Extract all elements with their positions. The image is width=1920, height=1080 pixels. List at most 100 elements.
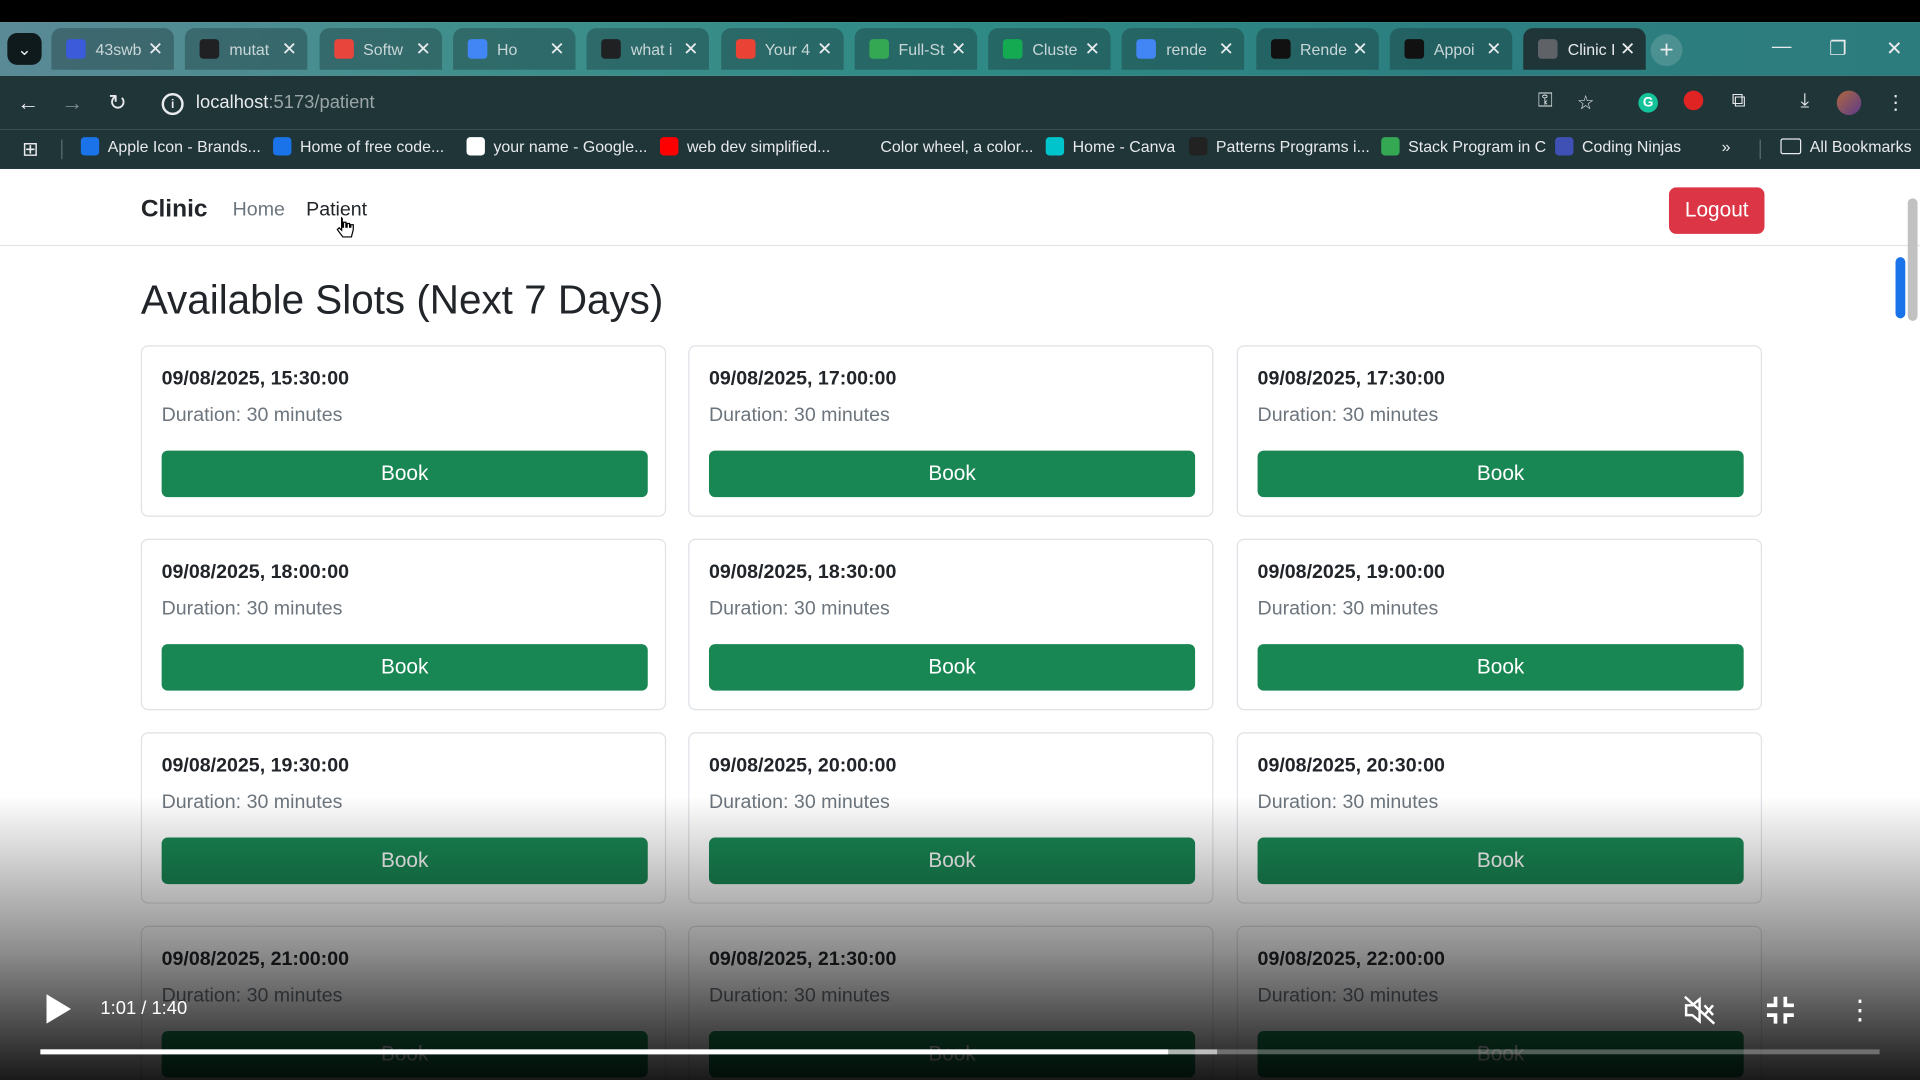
reload-button[interactable]: ↻ — [104, 91, 131, 117]
slot-datetime: 09/08/2025, 18:30:00 — [708, 562, 897, 583]
hand-cursor-icon — [336, 216, 354, 238]
tab-8[interactable]: rende ✕ — [1122, 28, 1245, 70]
download-icon[interactable]: ⤓ — [1793, 91, 1817, 115]
logout-button[interactable]: Logout — [1668, 187, 1765, 234]
bookmark-label: your name - Google... — [493, 137, 648, 156]
bookmark-item[interactable]: Stack Program in C — [1381, 137, 1546, 156]
bookmark-item[interactable]: Apple Icon - Brands... — [80, 137, 261, 156]
video-more-icon[interactable]: ⋮ — [1843, 994, 1877, 1026]
address-bar-row: ← → ↻ i localhost:5173/patient ⚿ ☆ G ⧉ ⤓… — [0, 75, 1920, 130]
video-progress-bar[interactable] — [40, 1049, 1880, 1055]
slot-card: 09/08/2025, 17:30:00 Duration: 30 minutes… — [1236, 345, 1763, 517]
book-button[interactable]: Book — [161, 450, 648, 498]
forward-button[interactable]: → — [59, 91, 86, 117]
close-tab-icon[interactable]: ✕ — [680, 38, 702, 60]
close-tab-icon[interactable]: ✕ — [948, 38, 970, 60]
close-tab-icon[interactable]: ✕ — [1349, 38, 1371, 60]
nav-home-link[interactable]: Home — [233, 200, 285, 222]
close-tab-icon[interactable]: ✕ — [1617, 38, 1639, 60]
book-button[interactable]: Book — [161, 644, 648, 691]
bookmark-item[interactable]: Patterns Programs i... — [1188, 137, 1370, 156]
scrollbar-thumb[interactable] — [1907, 198, 1918, 321]
all-bookmarks-button[interactable]: All Bookmarks — [1780, 137, 1912, 156]
book-button[interactable]: Book — [708, 450, 1196, 498]
back-button[interactable]: ← — [15, 91, 42, 117]
password-key-icon[interactable]: ⚿ — [1533, 91, 1557, 115]
bookmark-favicon-icon — [273, 137, 292, 156]
bookmark-item[interactable]: web dev simplified... — [660, 137, 830, 156]
tab-7[interactable]: Cluste ✕ — [988, 28, 1111, 70]
tab-5[interactable]: Your 4 ✕ — [720, 28, 844, 70]
tab-10[interactable]: Appoi ✕ — [1389, 28, 1513, 70]
tab-0[interactable]: 43swb ✕ — [51, 28, 174, 70]
app-navbar: Clinic Home Patient Logout — [0, 173, 1920, 247]
close-tab-icon[interactable]: ✕ — [1081, 38, 1103, 60]
chevron-down-icon: ⌄ — [17, 38, 32, 59]
bookmark-star-icon[interactable]: ☆ — [1573, 91, 1597, 115]
close-tab-icon[interactable]: ✕ — [1483, 38, 1505, 60]
menu-kebab-icon[interactable]: ⋮ — [1883, 91, 1907, 115]
extensions-puzzle-icon[interactable]: ⧉ — [1727, 91, 1751, 115]
bookmark-item[interactable]: Color wheel, a color... — [853, 137, 1033, 156]
tab-title: mutat — [229, 39, 270, 59]
tab-6[interactable]: Full-St ✕ — [854, 28, 977, 70]
close-tab-icon[interactable]: ✕ — [144, 38, 166, 60]
close-window-button[interactable]: ✕ — [1876, 37, 1913, 61]
slot-duration: Duration: 30 minutes — [161, 598, 343, 620]
site-info-icon[interactable]: i — [161, 93, 184, 116]
drive-icon — [869, 39, 889, 59]
close-tab-icon[interactable]: ✕ — [1215, 38, 1237, 60]
close-tab-icon[interactable]: ✕ — [814, 38, 836, 60]
slot-duration: Duration: 30 minutes — [708, 598, 890, 620]
record-extension-icon[interactable] — [1681, 90, 1705, 115]
slot-datetime: 09/08/2025, 15:30:00 — [161, 368, 349, 390]
bookmark-item[interactable]: Home of free code... — [273, 137, 445, 156]
slot-card: 09/08/2025, 17:00:00 Duration: 30 minutes… — [688, 345, 1214, 517]
restore-button[interactable]: ❐ — [1820, 37, 1857, 61]
chatgpt-icon — [601, 39, 622, 59]
book-button[interactable]: Book — [1257, 450, 1744, 498]
bookmark-label: Coding Ninjas — [1582, 137, 1682, 156]
bookmark-item[interactable]: your name - Google... — [466, 137, 648, 156]
tab-1[interactable]: mutat ✕ — [185, 28, 308, 70]
tab-4[interactable]: what i ✕ — [586, 28, 710, 70]
tab-3[interactable]: Ho ✕ — [452, 28, 576, 70]
minimize-button[interactable]: — — [1763, 37, 1800, 59]
video-controls-shade — [0, 795, 1920, 1080]
bookmark-item[interactable]: Home - Canva — [1045, 137, 1175, 156]
gmail-icon — [735, 39, 755, 59]
close-tab-icon[interactable]: ✕ — [412, 38, 434, 60]
bookmark-favicon-icon — [1045, 137, 1065, 156]
new-tab-button[interactable]: + — [1650, 34, 1683, 67]
book-button[interactable]: Book — [1257, 644, 1744, 691]
url-text[interactable]: localhost:5173/patient — [196, 92, 375, 113]
bookmark-item[interactable]: Coding Ninjas — [1555, 137, 1682, 156]
omnibox[interactable]: i localhost:5173/patient — [152, 83, 1621, 122]
exit-fullscreen-icon[interactable] — [1763, 994, 1797, 1026]
tab-title: Appoi — [1433, 39, 1475, 59]
tab-search-button[interactable]: ⌄ — [7, 33, 42, 65]
brand-link[interactable]: Clinic — [141, 196, 208, 224]
slot-datetime: 09/08/2025, 20:30:00 — [1257, 755, 1445, 777]
render-icon — [1270, 39, 1291, 59]
more-bookmarks-button[interactable]: » — [1722, 137, 1731, 155]
profile-avatar[interactable] — [1836, 90, 1862, 116]
chrome-icon — [333, 39, 354, 59]
google-icon — [1136, 39, 1157, 59]
bookmark-label: Home of free code... — [300, 137, 445, 156]
close-tab-icon[interactable]: ✕ — [546, 38, 568, 60]
slot-datetime: 09/08/2025, 19:00:00 — [1257, 562, 1445, 583]
grammarly-extension-icon[interactable]: G — [1636, 91, 1660, 115]
tab-11[interactable]: Clinic I ✕ — [1523, 28, 1647, 70]
book-button[interactable]: Book — [708, 644, 1196, 691]
tab-2[interactable]: Softw ✕ — [319, 28, 442, 70]
play-icon[interactable] — [46, 994, 72, 1024]
close-tab-icon[interactable]: ✕ — [278, 38, 300, 60]
github-icon — [1404, 39, 1425, 59]
bookmark-favicon-icon — [1555, 137, 1574, 156]
tab-9[interactable]: Rende ✕ — [1255, 28, 1379, 70]
apps-grid-icon[interactable]: ⊞ — [22, 137, 38, 161]
muted-speaker-icon[interactable] — [1682, 994, 1716, 1026]
slot-card: 09/08/2025, 19:00:00 Duration: 30 minutes… — [1236, 538, 1763, 711]
side-panel-handle[interactable] — [1895, 257, 1906, 319]
